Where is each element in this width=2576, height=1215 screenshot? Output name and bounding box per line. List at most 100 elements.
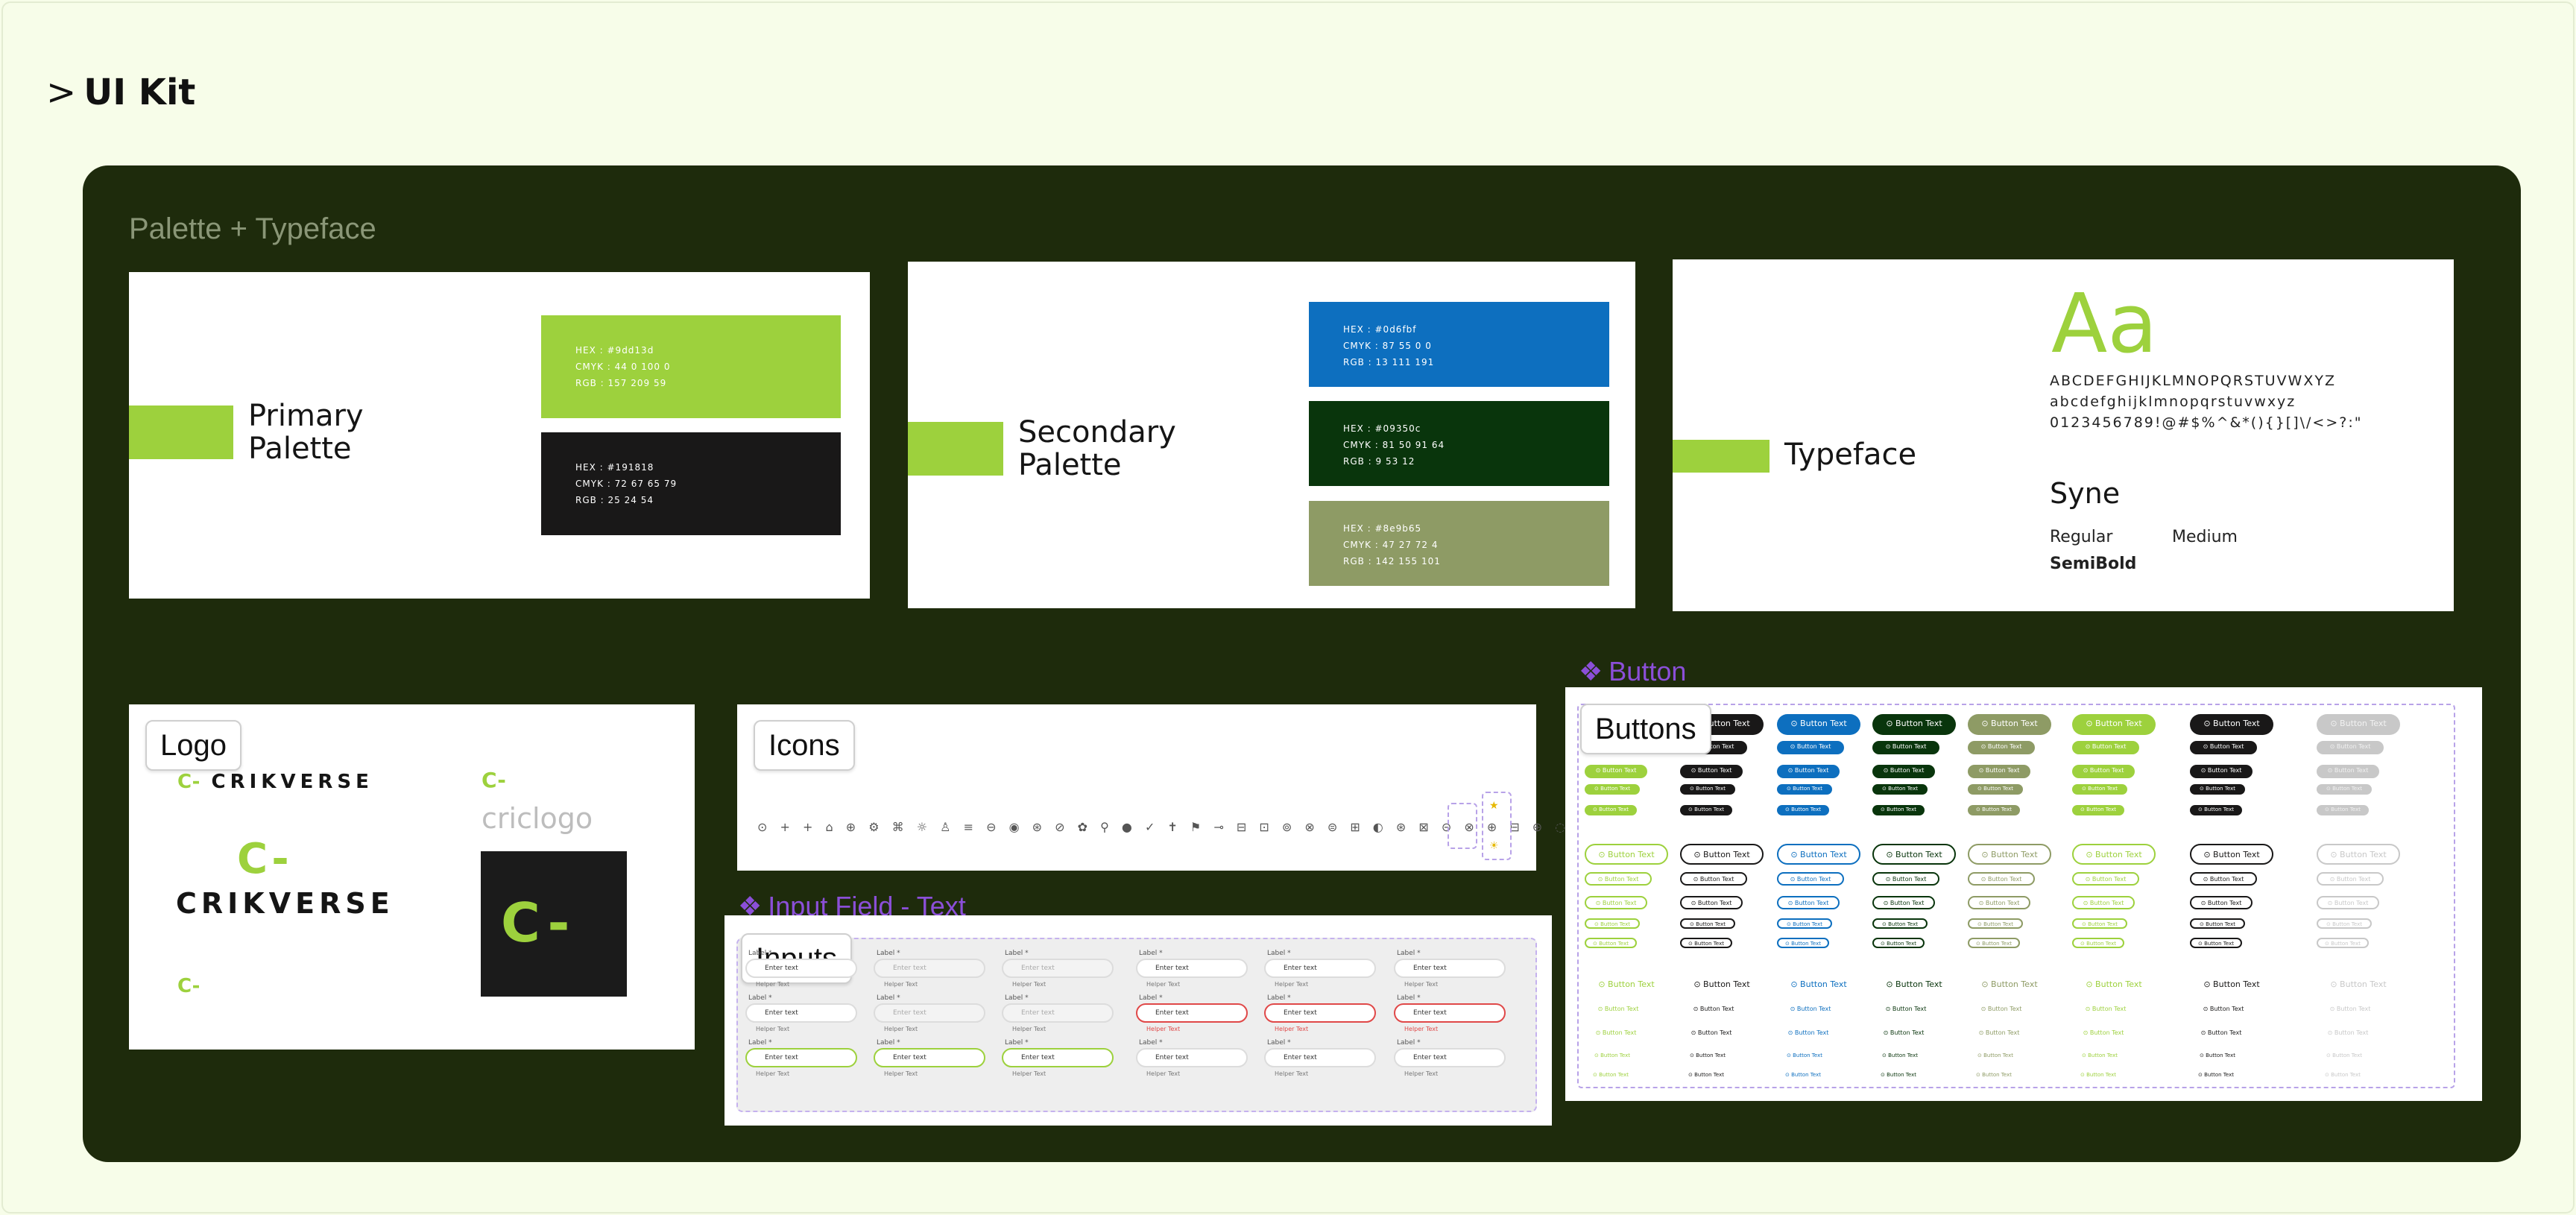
button-outline[interactable]: ⊙ Button Text [1680, 872, 1747, 886]
button-text[interactable]: ⊙ Button Text [2072, 1027, 2135, 1041]
button-filled[interactable]: ⊙ Button Text [2072, 765, 2135, 778]
button-outline[interactable]: ⊙ Button Text [2190, 896, 2253, 909]
button-outline[interactable]: ⊙ Button Text [2072, 844, 2156, 865]
button-filled[interactable]: ⊙ Button Text [2190, 714, 2273, 735]
button-outline[interactable]: ⊙ Button Text [1680, 918, 1735, 929]
button-outline[interactable]: ⊙ Button Text [1680, 896, 1743, 909]
button-text[interactable]: ⊙ Button Text [1872, 1051, 1928, 1061]
text-input[interactable]: Enter text [1136, 1048, 1248, 1067]
button-outline[interactable]: ⊙ Button Text [1777, 872, 1844, 886]
button-text[interactable]: ⊙ Button Text [2317, 1070, 2369, 1081]
text-input[interactable]: Enter text [874, 1048, 985, 1067]
text-input[interactable]: Enter text [1002, 959, 1114, 978]
button-text[interactable]: ⊙ Button Text [1872, 975, 1956, 996]
button-text[interactable]: ⊙ Button Text [1968, 1003, 2035, 1017]
button-outline[interactable]: ⊙ Button Text [1585, 938, 1637, 948]
button-filled[interactable]: ⊙ Button Text [2072, 714, 2156, 735]
button-text[interactable]: ⊙ Button Text [1585, 1070, 1637, 1081]
button-text[interactable]: ⊙ Button Text [1680, 1070, 1732, 1081]
swatch-secondary-darkgreen[interactable]: HEX : #09350c CMYK : 81 50 91 64 RGB : 9 5… [1309, 401, 1609, 486]
button-filled[interactable]: ⊙ Button Text [1777, 784, 1832, 795]
button-text[interactable]: ⊙ Button Text [1777, 1051, 1832, 1061]
button-outline[interactable]: ⊙ Button Text [2190, 938, 2242, 948]
button-outline[interactable]: ⊙ Button Text [2317, 844, 2400, 865]
text-input[interactable]: Enter text [745, 1003, 857, 1023]
button-outline[interactable]: ⊙ Button Text [1968, 918, 2023, 929]
button-filled[interactable]: ⊙ Button Text [1777, 765, 1840, 778]
button-outline[interactable]: ⊙ Button Text [1872, 872, 1939, 886]
button-text[interactable]: ⊙ Button Text [2190, 975, 2273, 996]
button-filled[interactable]: ⊙ Button Text [2072, 805, 2124, 815]
button-filled[interactable]: ⊙ Button Text [2190, 741, 2257, 754]
button-filled[interactable]: ⊙ Button Text [1968, 714, 2051, 735]
button-outline[interactable]: ⊙ Button Text [1585, 844, 1668, 865]
button-text[interactable]: ⊙ Button Text [1872, 1070, 1925, 1081]
text-input[interactable]: Enter text [1264, 1048, 1376, 1067]
button-text[interactable]: ⊙ Button Text [1777, 1027, 1840, 1041]
text-input[interactable]: Enter text [874, 959, 985, 978]
button-filled[interactable]: ⊙ Button Text [1680, 784, 1735, 795]
button-outline[interactable]: ⊙ Button Text [2072, 872, 2139, 886]
button-filled[interactable]: ⊙ Button Text [1968, 805, 2020, 815]
text-input[interactable]: Enter text [1394, 1048, 1506, 1067]
button-filled[interactable]: ⊙ Button Text [1872, 805, 1925, 815]
text-input[interactable]: Enter text [1264, 1003, 1376, 1023]
button-text[interactable]: ⊙ Button Text [1968, 1051, 2023, 1061]
button-filled[interactable]: ⊙ Button Text [1968, 765, 2030, 778]
button-filled[interactable]: ⊙ Button Text [2317, 765, 2379, 778]
button-outline[interactable]: ⊙ Button Text [2317, 872, 2384, 886]
button-outline[interactable]: ⊙ Button Text [2190, 844, 2273, 865]
button-text[interactable]: ⊙ Button Text [2072, 1051, 2127, 1061]
button-filled[interactable]: ⊙ Button Text [1872, 765, 1935, 778]
button-text[interactable]: ⊙ Button Text [1680, 975, 1764, 996]
button-text[interactable]: ⊙ Button Text [1680, 1051, 1735, 1061]
buttons-tag[interactable]: Buttons [1580, 704, 1711, 754]
button-outline[interactable]: ⊙ Button Text [1777, 844, 1860, 865]
button-outline[interactable]: ⊙ Button Text [1680, 844, 1764, 865]
button-outline[interactable]: ⊙ Button Text [2190, 872, 2257, 886]
button-text[interactable]: ⊙ Button Text [2072, 1070, 2124, 1081]
button-filled[interactable]: ⊙ Button Text [1968, 741, 2035, 754]
text-input[interactable]: Enter text [874, 1003, 985, 1023]
button-outline[interactable]: ⊙ Button Text [1872, 918, 1928, 929]
button-filled[interactable]: ⊙ Button Text [1872, 714, 1956, 735]
text-input[interactable]: Enter text [1136, 959, 1248, 978]
button-outline[interactable]: ⊙ Button Text [1585, 918, 1640, 929]
button-text[interactable]: ⊙ Button Text [2190, 1051, 2245, 1061]
button-text[interactable]: ⊙ Button Text [1777, 1070, 1829, 1081]
button-outline[interactable]: ⊙ Button Text [1777, 918, 1832, 929]
button-filled[interactable]: ⊙ Button Text [1777, 714, 1860, 735]
button-outline[interactable]: ⊙ Button Text [1777, 938, 1829, 948]
button-outline[interactable]: ⊙ Button Text [2317, 918, 2372, 929]
button-text[interactable]: ⊙ Button Text [1968, 1027, 2030, 1041]
button-filled[interactable]: ⊙ Button Text [1585, 784, 1640, 795]
logo-tag[interactable]: Logo [145, 720, 242, 771]
button-text[interactable]: ⊙ Button Text [1872, 1027, 1935, 1041]
button-outline[interactable]: ⊙ Button Text [1968, 844, 2051, 865]
button-outline[interactable]: ⊙ Button Text [2072, 918, 2127, 929]
text-input[interactable]: Enter text [1394, 959, 1506, 978]
swatch-primary-black[interactable]: HEX : #191818 CMYK : 72 67 65 79 RGB : 25 … [541, 432, 841, 535]
button-outline[interactable]: ⊙ Button Text [2317, 896, 2379, 909]
button-filled[interactable]: ⊙ Button Text [2072, 784, 2127, 795]
button-filled[interactable]: ⊙ Button Text [2317, 805, 2369, 815]
text-input[interactable]: Enter text [1002, 1048, 1114, 1067]
text-input[interactable]: Enter text [1394, 1003, 1506, 1023]
button-outline[interactable]: ⊙ Button Text [1872, 938, 1925, 948]
button-outline[interactable]: ⊙ Button Text [1872, 896, 1935, 909]
button-outline[interactable]: ⊙ Button Text [1585, 872, 1652, 886]
text-input[interactable]: Enter text [745, 1048, 857, 1067]
button-text[interactable]: ⊙ Button Text [1680, 1003, 1747, 1017]
button-outline[interactable]: ⊙ Button Text [1872, 844, 1956, 865]
text-input[interactable]: Enter text [1264, 959, 1376, 978]
button-filled[interactable]: ⊙ Button Text [1968, 784, 2023, 795]
button-filled[interactable]: ⊙ Button Text [2317, 784, 2372, 795]
button-text[interactable]: ⊙ Button Text [2072, 1003, 2139, 1017]
text-input[interactable]: Enter text [1136, 1003, 1248, 1023]
button-text[interactable]: ⊙ Button Text [1680, 1027, 1743, 1041]
button-text[interactable]: ⊙ Button Text [1872, 1003, 1939, 1017]
button-text[interactable]: ⊙ Button Text [1968, 975, 2051, 996]
button-outline[interactable]: ⊙ Button Text [1968, 872, 2035, 886]
button-filled[interactable]: ⊙ Button Text [2190, 765, 2253, 778]
button-filled[interactable]: ⊙ Button Text [2190, 805, 2242, 815]
